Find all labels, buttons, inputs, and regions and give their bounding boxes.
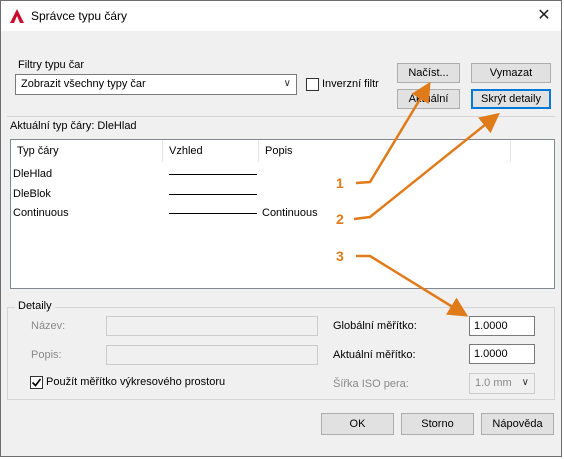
callout-arrow-3 [356, 254, 469, 317]
callout-number-2: 2 [336, 211, 344, 227]
callout-number-3: 3 [336, 248, 344, 264]
callout-number-1: 1 [336, 175, 344, 191]
callout-arrow-1 [355, 81, 431, 185]
annotation-arrows [353, 81, 500, 317]
callout-arrow-2 [353, 112, 500, 221]
